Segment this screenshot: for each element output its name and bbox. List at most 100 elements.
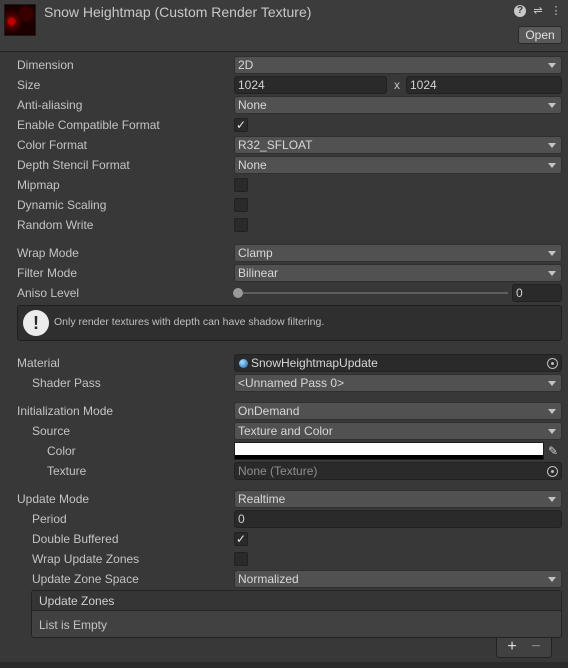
dynamic-scaling-label: Dynamic Scaling bbox=[17, 198, 107, 212]
filter-mode-value: Bilinear bbox=[238, 266, 279, 280]
period-label: Period bbox=[32, 512, 67, 526]
update-zones-header-label: Update Zones bbox=[39, 594, 115, 608]
texture-label: Texture bbox=[47, 464, 87, 478]
size-label: Size bbox=[17, 78, 41, 92]
preset-icon[interactable]: ⇌ bbox=[532, 4, 544, 18]
color-format-row: Color Format R32_SFLOAT bbox=[0, 135, 568, 155]
inspector-header: Snow Heightmap (Custom Render Texture) ?… bbox=[0, 0, 568, 52]
shader-pass-dropdown[interactable]: <Unnamed Pass 0> bbox=[234, 374, 562, 392]
color-label: Color bbox=[47, 444, 76, 458]
help-icon[interactable]: ? bbox=[514, 5, 526, 17]
object-picker-icon[interactable] bbox=[547, 358, 558, 369]
color-format-value: R32_SFLOAT bbox=[238, 138, 313, 152]
add-element-button[interactable]: + bbox=[502, 638, 522, 656]
update-zones-list-footer: + − bbox=[496, 638, 552, 658]
asset-title: Snow Heightmap (Custom Render Texture) bbox=[44, 4, 312, 20]
mipmap-checkbox[interactable] bbox=[234, 178, 248, 192]
update-zones-list-header[interactable]: Update Zones bbox=[32, 591, 561, 611]
double-buffered-checkbox[interactable]: ✓ bbox=[234, 532, 248, 546]
shader-pass-row: Shader Pass <Unnamed Pass 0> bbox=[0, 373, 568, 393]
wrap-update-zones-row: Wrap Update Zones bbox=[0, 549, 568, 569]
wrap-update-zones-label: Wrap Update Zones bbox=[32, 552, 140, 566]
dynamic-scaling-row: Dynamic Scaling bbox=[0, 195, 568, 215]
filter-mode-label: Filter Mode bbox=[17, 266, 78, 280]
source-value: Texture and Color bbox=[238, 424, 333, 438]
period-field[interactable]: 0 bbox=[234, 510, 562, 528]
open-button[interactable]: Open bbox=[518, 26, 562, 44]
dynamic-scaling-checkbox[interactable] bbox=[234, 198, 248, 212]
update-zones-list: Update Zones List is Empty bbox=[31, 590, 562, 638]
more-menu-icon[interactable]: ⋮ bbox=[550, 4, 562, 18]
color-format-dropdown[interactable]: R32_SFLOAT bbox=[234, 136, 562, 154]
source-row: Source Texture and Color bbox=[0, 421, 568, 441]
chevron-down-icon bbox=[548, 143, 556, 148]
wrap-mode-label: Wrap Mode bbox=[17, 246, 79, 260]
eyedropper-icon[interactable]: ✎ bbox=[546, 443, 560, 459]
wrap-mode-row: Wrap Mode Clamp bbox=[0, 243, 568, 263]
period-row: Period 0 bbox=[0, 509, 568, 529]
checkmark-icon: ✓ bbox=[235, 118, 247, 132]
size-width-value: 1024 bbox=[238, 78, 265, 92]
period-value: 0 bbox=[238, 512, 245, 526]
aniso-level-label: Aniso Level bbox=[17, 286, 80, 300]
update-mode-dropdown[interactable]: Realtime bbox=[234, 490, 562, 508]
object-picker-icon[interactable] bbox=[547, 466, 558, 477]
material-object-field[interactable]: SnowHeightmapUpdate bbox=[234, 354, 562, 372]
depth-stencil-format-row: Depth Stencil Format None bbox=[0, 155, 568, 175]
double-buffered-label: Double Buffered bbox=[32, 532, 119, 546]
initialization-mode-dropdown[interactable]: OnDemand bbox=[234, 402, 562, 420]
wrap-mode-dropdown[interactable]: Clamp bbox=[234, 244, 562, 262]
chevron-down-icon bbox=[548, 429, 556, 434]
source-dropdown[interactable]: Texture and Color bbox=[234, 422, 562, 440]
dimension-label: Dimension bbox=[17, 58, 74, 72]
initialization-mode-value: OnDemand bbox=[238, 404, 300, 418]
update-mode-value: Realtime bbox=[238, 492, 286, 506]
anti-aliasing-value: None bbox=[238, 98, 267, 112]
remove-element-button[interactable]: − bbox=[526, 638, 546, 656]
size-width-field[interactable]: 1024 bbox=[234, 76, 387, 94]
bottom-edge bbox=[0, 662, 568, 668]
color-row: Color ✎ bbox=[0, 441, 568, 461]
wrap-update-zones-checkbox[interactable] bbox=[234, 552, 248, 566]
size-height-value: 1024 bbox=[410, 78, 437, 92]
random-write-checkbox[interactable] bbox=[234, 218, 248, 232]
update-zone-space-dropdown[interactable]: Normalized bbox=[234, 570, 562, 588]
texture-value: None (Texture) bbox=[238, 464, 318, 478]
chevron-down-icon bbox=[548, 251, 556, 256]
material-sphere-icon bbox=[239, 359, 248, 368]
source-label: Source bbox=[32, 424, 71, 438]
header-icons: ? ⇌ ⋮ bbox=[514, 4, 562, 18]
depth-stencil-format-value: None bbox=[238, 158, 267, 172]
material-value: SnowHeightmapUpdate bbox=[251, 356, 378, 370]
size-height-field[interactable]: 1024 bbox=[406, 76, 562, 94]
update-zone-space-label: Update Zone Space bbox=[32, 572, 139, 586]
chevron-down-icon bbox=[548, 497, 556, 502]
texture-row: Texture None (Texture) bbox=[0, 461, 568, 481]
initialization-mode-label: Initialization Mode bbox=[17, 404, 114, 418]
dimension-dropdown[interactable]: 2D bbox=[234, 56, 562, 74]
size-row: Size 1024 x 1024 bbox=[0, 75, 568, 95]
aniso-level-slider-track[interactable] bbox=[238, 292, 508, 294]
filter-mode-dropdown[interactable]: Bilinear bbox=[234, 264, 562, 282]
texture-thumbnail bbox=[4, 4, 36, 36]
aniso-level-field[interactable]: 0 bbox=[512, 284, 562, 302]
chevron-down-icon bbox=[548, 103, 556, 108]
chevron-down-icon bbox=[548, 409, 556, 414]
material-label: Material bbox=[17, 356, 60, 370]
anti-aliasing-dropdown[interactable]: None bbox=[234, 96, 562, 114]
double-buffered-row: Double Buffered ✓ bbox=[0, 529, 568, 549]
info-text: Only render textures with depth can have… bbox=[54, 316, 325, 328]
aniso-level-slider-thumb[interactable] bbox=[233, 288, 243, 298]
enable-compatible-format-label: Enable Compatible Format bbox=[17, 118, 160, 132]
shadow-filtering-info-box: ! Only render textures with depth can ha… bbox=[17, 305, 562, 341]
texture-object-field[interactable]: None (Texture) bbox=[234, 462, 562, 480]
warning-info-icon: ! bbox=[23, 310, 49, 336]
chevron-down-icon bbox=[548, 381, 556, 386]
enable-compatible-format-row: Enable Compatible Format ✓ bbox=[0, 115, 568, 135]
color-swatch[interactable] bbox=[234, 442, 544, 460]
anti-aliasing-row: Anti-aliasing None bbox=[0, 95, 568, 115]
depth-stencil-format-dropdown[interactable]: None bbox=[234, 156, 562, 174]
material-row: Material SnowHeightmapUpdate bbox=[0, 353, 568, 373]
enable-compatible-format-checkbox[interactable]: ✓ bbox=[234, 118, 248, 132]
chevron-down-icon bbox=[548, 577, 556, 582]
